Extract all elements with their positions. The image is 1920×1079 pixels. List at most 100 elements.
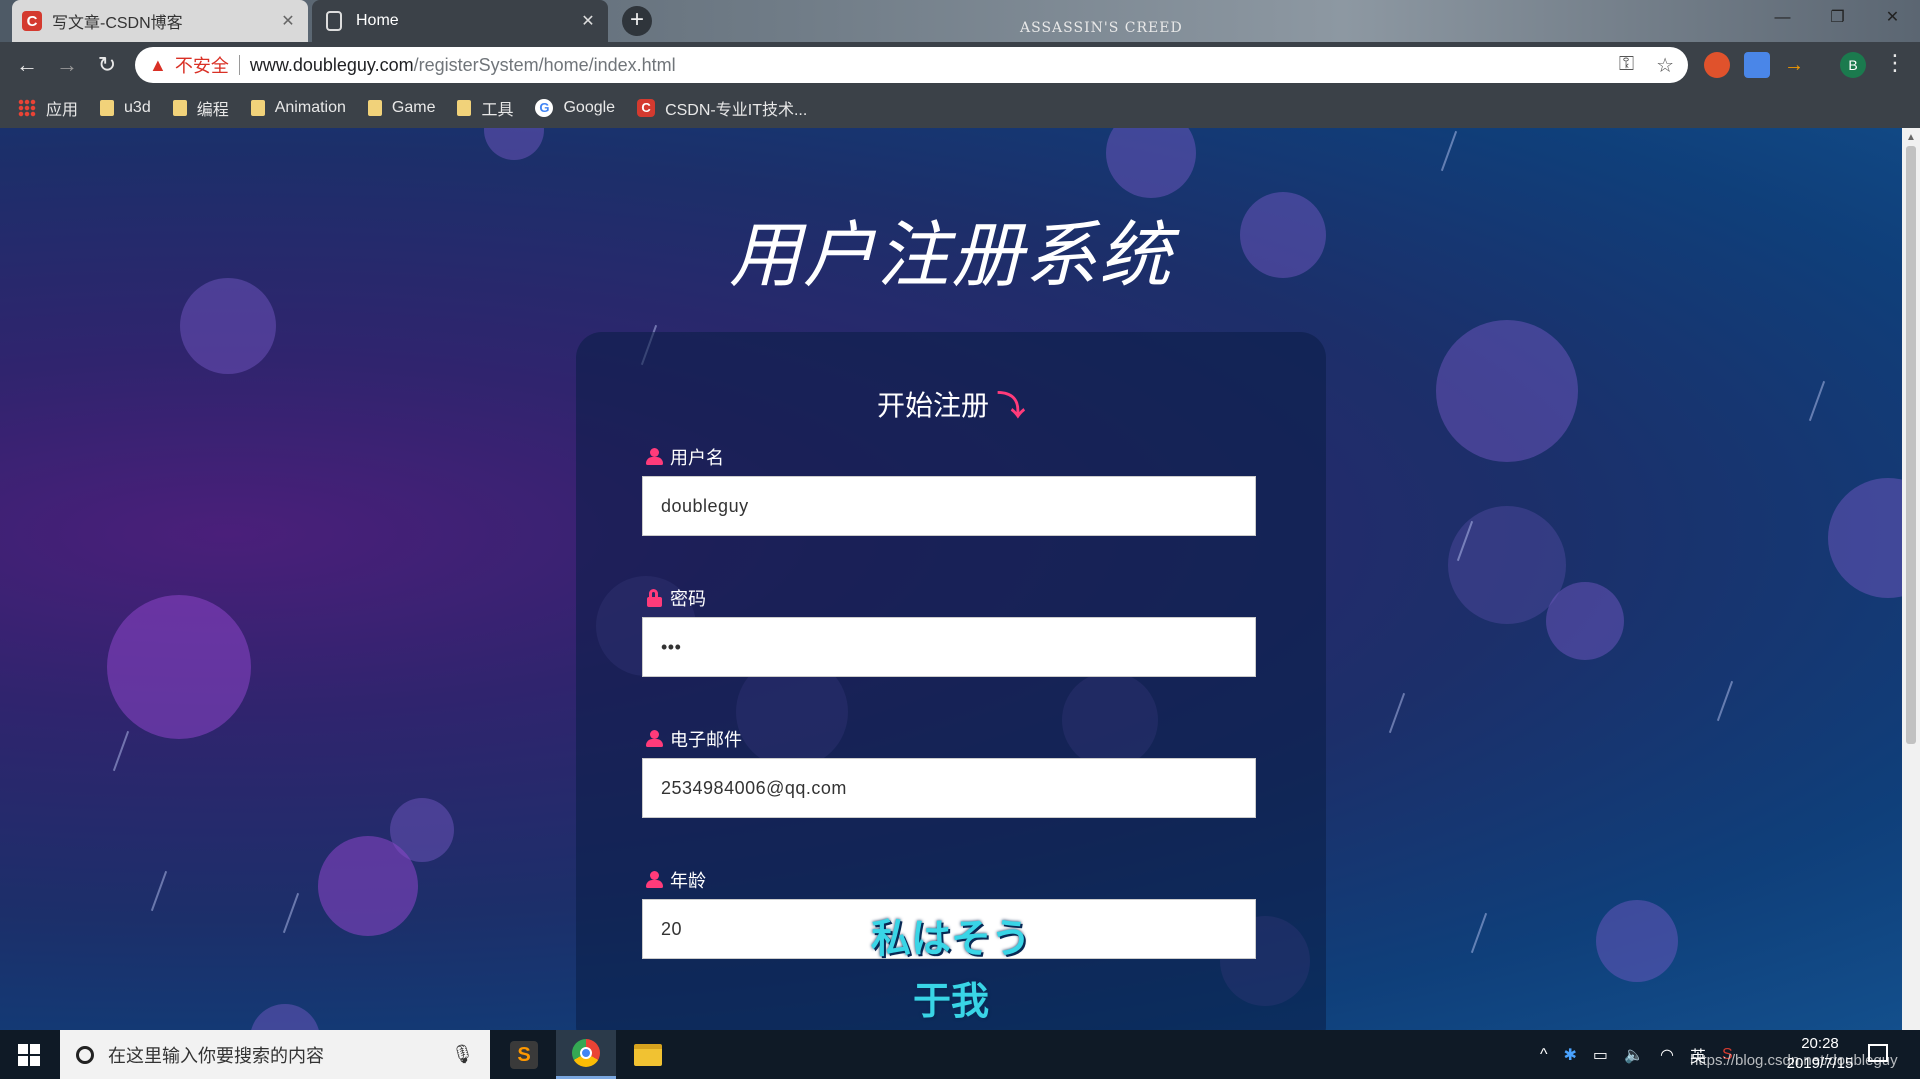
back-icon[interactable]: ← xyxy=(12,50,42,80)
bookmark-label: Google xyxy=(563,99,616,116)
rain-streak xyxy=(1808,380,1826,422)
url-path[interactable]: /registerSystem/home/index.html xyxy=(414,55,676,76)
taskbar-search-placeholder: 在这里输入你要搜索的内容 xyxy=(108,1045,324,1066)
folder-icon xyxy=(250,100,265,116)
folder-icon xyxy=(367,100,382,116)
lyric-subtitle-chinese: 于我 xyxy=(912,981,989,1023)
tab-home[interactable]: Home ✕ xyxy=(312,0,608,42)
divider xyxy=(238,55,240,75)
star-icon[interactable]: ☆ xyxy=(1656,53,1674,78)
form-heading: 开始注册 ⤵ xyxy=(576,384,1326,424)
folder-icon xyxy=(634,1043,662,1066)
password-label-text: 密码 xyxy=(670,589,706,609)
translate-icon[interactable] xyxy=(1744,52,1770,78)
bookmark-google[interactable]: G Google xyxy=(535,99,615,117)
wifi-icon[interactable]: ◠ xyxy=(1660,1045,1674,1065)
decor-bubble xyxy=(107,595,251,739)
taskbar-chrome[interactable] xyxy=(556,1030,616,1079)
bookmark-label: 工具 xyxy=(481,102,514,119)
tab-title: Home xyxy=(356,12,399,29)
notification-icon[interactable] xyxy=(1868,1044,1888,1062)
folder-icon xyxy=(100,100,115,116)
bookmark-csdn[interactable]: C CSDN-专业IT技术... xyxy=(637,96,807,120)
arrow-down-icon: ⤵ xyxy=(997,390,1026,421)
scroll-up-icon[interactable]: ▲ xyxy=(1906,132,1916,143)
folder-icon xyxy=(457,100,472,116)
google-icon: G xyxy=(535,99,554,117)
email-label-text: 电子邮件 xyxy=(670,730,742,750)
lyric-subtitle-japanese: 私はそう xyxy=(871,917,1031,961)
close-window-icon[interactable]: ✕ xyxy=(1865,0,1920,38)
taskbar-sublime[interactable]: S xyxy=(494,1030,554,1079)
bookmarks-bar: 应用 u3d 编程 Animation Game 工具 G Google C CSD… xyxy=(0,88,1920,128)
close-icon[interactable]: ✕ xyxy=(578,11,598,31)
lock-icon xyxy=(646,589,662,607)
password-label: 密码 xyxy=(646,585,706,611)
windows-taskbar: 在这里输入你要搜索的内容 🎙 S ^ ✱ ▭ 🔈 ◠ 英 S https://b… xyxy=(0,1030,1920,1079)
decor-bubble xyxy=(1436,320,1578,462)
taskbar-clock[interactable]: 20:28 2019/7/15 xyxy=(1770,1034,1870,1074)
page-scrollbar[interactable]: ▲ xyxy=(1902,128,1920,1030)
chevron-up-icon[interactable]: ^ xyxy=(1540,1046,1548,1064)
rain-streak xyxy=(1388,692,1406,734)
form-heading-text: 开始注册 xyxy=(876,390,989,421)
url-host[interactable]: www.doubleguy.com xyxy=(250,55,414,76)
tab-csdn[interactable]: C 写文章-CSDN博客 ✕ xyxy=(12,0,308,42)
user-icon xyxy=(646,730,663,748)
bookmark-label: Game xyxy=(391,99,436,116)
close-icon[interactable]: ✕ xyxy=(278,11,298,31)
user-icon xyxy=(646,871,663,889)
taskbar-file-explorer[interactable] xyxy=(618,1030,678,1079)
bookmark-label: 应用 xyxy=(46,102,79,119)
restore-icon[interactable]: ❐ xyxy=(1810,0,1865,38)
forward-icon[interactable]: → xyxy=(52,50,82,80)
username-input[interactable]: doubleguy xyxy=(642,476,1256,536)
rain-streak xyxy=(112,730,130,772)
sublime-text-icon: S xyxy=(510,1040,538,1069)
age-label-text: 年龄 xyxy=(670,871,706,891)
address-bar[interactable]: ▲ 不安全 www.doubleguy.com/registerSystem/h… xyxy=(135,47,1688,83)
bookmark-game[interactable]: Game xyxy=(367,99,436,117)
bookmark-programming[interactable]: 编程 xyxy=(172,96,229,120)
tab-strip: C 写文章-CSDN博客 ✕ Home ✕ + ASSASSIN'S CREED… xyxy=(0,0,1920,42)
cortana-icon xyxy=(76,1045,94,1064)
folder-icon xyxy=(172,100,187,116)
browser-toolbar: ← → ↻ ▲ 不安全 www.doubleguy.com/registerSy… xyxy=(0,42,1920,88)
bookmark-label: u3d xyxy=(124,99,151,116)
warning-icon: ▲ xyxy=(149,54,167,75)
apps-icon xyxy=(18,99,36,117)
password-input[interactable]: ••• xyxy=(642,617,1256,677)
decor-bubble xyxy=(1828,478,1902,598)
windows-start-icon[interactable] xyxy=(18,1044,40,1066)
rain-streak xyxy=(1716,680,1734,722)
security-label[interactable]: 不安全 xyxy=(175,52,229,78)
scrollbar-thumb[interactable] xyxy=(1906,146,1916,744)
battery-icon[interactable]: ▭ xyxy=(1593,1045,1608,1065)
profile-avatar[interactable]: B xyxy=(1840,52,1866,78)
bookmark-apps[interactable]: 应用 xyxy=(18,96,78,120)
csdn-icon: C xyxy=(22,11,42,31)
window-controls: — ❐ ✕ xyxy=(1755,0,1920,38)
user-icon xyxy=(646,448,663,466)
decor-bubble xyxy=(484,128,544,160)
bookmark-tools[interactable]: 工具 xyxy=(457,96,513,120)
extension-icon[interactable] xyxy=(1704,52,1730,78)
tab-title: 写文章-CSDN博客 xyxy=(52,15,183,32)
csdn-icon: C xyxy=(637,99,656,117)
reload-icon[interactable]: ↻ xyxy=(92,50,122,80)
arrow-extension-icon[interactable]: → xyxy=(1784,52,1810,78)
minimize-icon[interactable]: — xyxy=(1755,0,1810,38)
bookmark-u3d[interactable]: u3d xyxy=(100,99,151,117)
key-icon[interactable]: ⚿ xyxy=(1619,53,1634,78)
more-menu-icon[interactable]: ⋮ xyxy=(1884,50,1906,76)
bookmark-animation[interactable]: Animation xyxy=(250,99,346,117)
bluetooth-icon[interactable]: ✱ xyxy=(1564,1045,1577,1065)
email-input[interactable]: 2534984006@qq.com xyxy=(642,758,1256,818)
new-tab-button[interactable]: + xyxy=(622,6,652,36)
volume-icon[interactable]: 🔈 xyxy=(1624,1045,1644,1065)
age-label: 年龄 xyxy=(646,867,706,893)
microphone-icon[interactable]: 🎙 xyxy=(451,1044,474,1065)
taskbar-search[interactable]: 在这里输入你要搜索的内容 🎙 xyxy=(60,1030,490,1079)
username-label-text: 用户名 xyxy=(670,448,724,468)
decor-bubble xyxy=(1546,582,1624,660)
